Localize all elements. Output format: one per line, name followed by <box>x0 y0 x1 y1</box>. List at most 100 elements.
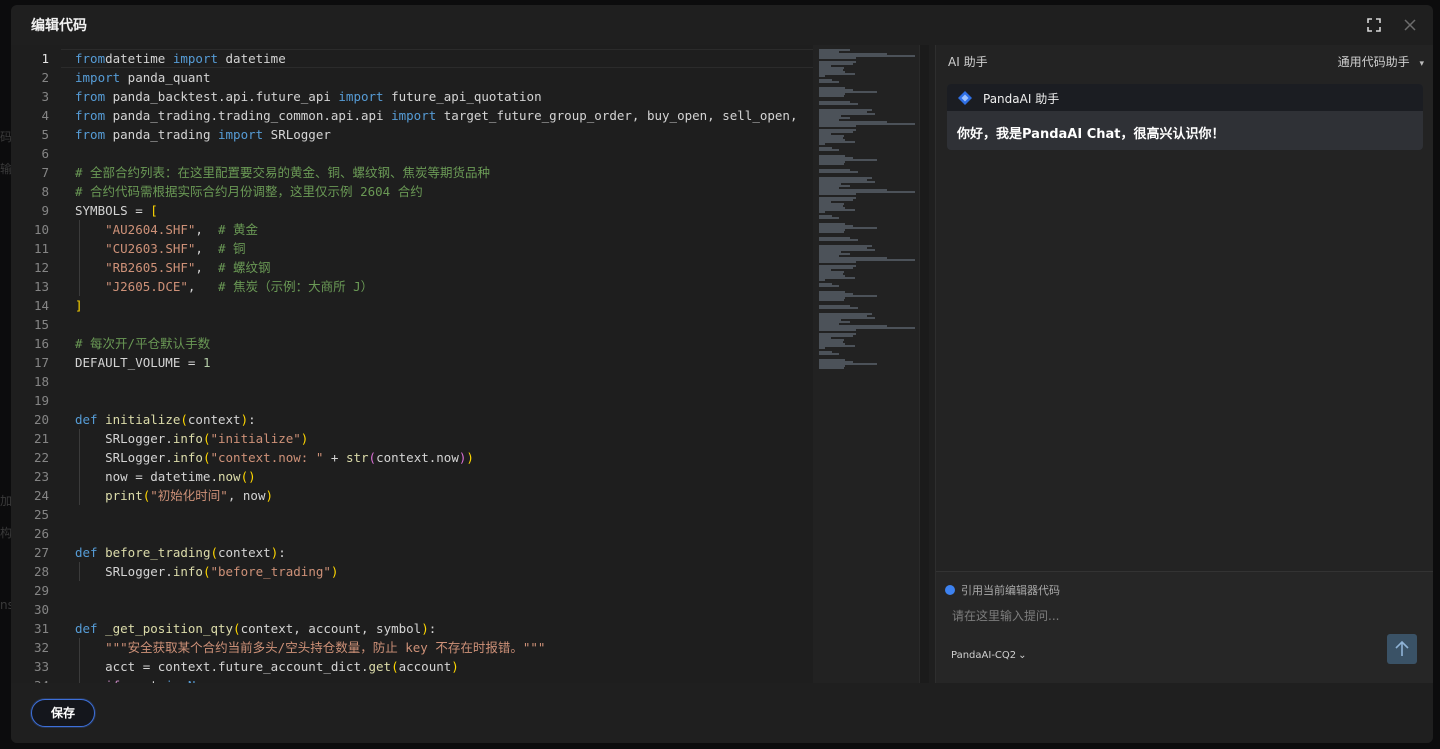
line-number: 1 <box>41 51 49 66</box>
indent-guide <box>79 258 80 277</box>
code-token: # 螺纹钢 <box>218 260 271 275</box>
code-line[interactable]: DEFAULT_VOLUME = 1 <box>75 353 210 372</box>
code-line[interactable]: # 每次开/平仓默认手数 <box>75 334 210 353</box>
line-number: 17 <box>33 355 49 370</box>
code-token: from <box>75 127 106 142</box>
code-token: "RB2605.SHF" <box>105 260 196 275</box>
code-line[interactable]: now = datetime.now() <box>75 467 256 486</box>
ai-assistant-panel: AI 助手 通用代码助手 ▾ PandaAI 助手 你好，我是PandaAI C… <box>935 45 1433 683</box>
modal-title: 编辑代码 <box>31 18 87 34</box>
code-line[interactable]: def before_trading(context): <box>75 543 286 562</box>
line-number: 33 <box>33 659 49 674</box>
code-line[interactable]: if acct is None: <box>75 676 225 683</box>
code-token: ) <box>240 412 249 427</box>
code-line[interactable]: "AU2604.SHF", # 黄金 <box>75 220 258 239</box>
code-token: context.now <box>376 450 459 465</box>
line-number: 8 <box>41 184 49 199</box>
indent-guide <box>79 467 80 486</box>
code-token: , <box>195 260 218 275</box>
code-token: get <box>368 659 392 674</box>
code-token: "initialize" <box>210 431 301 446</box>
code-token: "J2605.DCE" <box>105 279 188 294</box>
code-token: context <box>218 545 271 560</box>
minimap-line <box>819 95 845 97</box>
code-line[interactable]: # 全部合约列表：在这里配置要交易的黄金、铜、螺纹钢、焦炭等期货品种 <box>75 163 490 182</box>
minimap-line <box>819 347 825 349</box>
code-token: , <box>195 241 218 256</box>
code-token: () <box>240 469 256 484</box>
minimap-line <box>819 231 845 233</box>
code-token: import <box>218 127 264 142</box>
close-icon[interactable] <box>1402 17 1418 33</box>
code-line[interactable]: SYMBOLS = [ <box>75 201 158 220</box>
reference-editor-code-toggle[interactable]: 引用当前编辑器代码 <box>945 582 1060 598</box>
save-button[interactable]: 保存 <box>31 699 95 727</box>
code-line[interactable]: # 合约代码需根据实际合约月份调整，这里仅示例 2604 合约 <box>75 182 423 201</box>
code-token: import <box>75 70 121 85</box>
code-line[interactable]: acct = context.future_account_dict.get(a… <box>75 657 459 676</box>
minimap[interactable] <box>813 45 919 683</box>
ai-card-name: PandaAI 助手 <box>983 92 1060 106</box>
line-number: 9 <box>41 203 49 218</box>
code-line[interactable]: from panda_trading import SRLogger <box>75 125 331 144</box>
code-line[interactable]: """安全获取某个合约当前多头/空头持仓数量，防止 key 不存在时报错。""" <box>75 638 545 657</box>
ai-input-area: 引用当前编辑器代码 PandaAI-CQ2⌄ <box>936 571 1433 683</box>
code-editor[interactable]: 1 2 3 4 5 6 7 8 9 10 11 12 13 14 15 16 17 18 19 20 21 22 23 24 2… <box>11 45 929 683</box>
send-button[interactable] <box>1387 634 1417 664</box>
ai-panel-title: AI 助手 <box>948 55 988 69</box>
line-number: 27 <box>33 545 49 560</box>
reference-label: 引用当前编辑器代码 <box>961 584 1060 597</box>
code-token: before_trading <box>105 545 211 560</box>
code-line[interactable]: print("初始化时间", now) <box>75 486 273 505</box>
code-token: context, account, symbol <box>240 621 422 636</box>
code-line[interactable]: ] <box>75 296 83 315</box>
ai-question-input[interactable] <box>950 605 1374 633</box>
code-line[interactable]: SRLogger.info("before_trading") <box>75 562 338 581</box>
fullscreen-icon[interactable] <box>1366 17 1382 33</box>
code-line[interactable]: from panda_backtest.api.future_api impor… <box>75 87 542 106</box>
code-token: "context.now: " <box>210 450 324 465</box>
code-token: info <box>172 564 203 579</box>
code-token: "CU2603.SHF" <box>105 241 196 256</box>
indent-guide <box>79 277 80 296</box>
minimap-line <box>819 163 845 165</box>
line-number: 23 <box>33 469 49 484</box>
line-number: 10 <box>33 222 49 237</box>
assistant-mode-label: 通用代码助手 <box>1337 55 1410 69</box>
line-number: 2 <box>41 70 49 85</box>
code-token: # 全部合约列表：在这里配置要交易的黄金、铜、螺纹钢、焦炭等期货品种 <box>75 165 491 180</box>
indent-guide <box>79 657 80 676</box>
line-number: 3 <box>41 89 49 104</box>
vertical-scrollbar[interactable] <box>919 45 929 683</box>
assistant-mode-select[interactable]: 通用代码助手 ▾ <box>1338 53 1424 70</box>
code-line[interactable]: def initialize(context): <box>75 410 256 429</box>
code-token: import <box>391 108 437 123</box>
minimap-line <box>819 149 839 151</box>
line-number: 34 <box>11 676 49 683</box>
line-number: 24 <box>33 488 49 503</box>
code-line[interactable]: "J2605.DCE", # 焦炭（示例：大商所 J） <box>75 277 373 296</box>
indent-guide <box>79 562 80 581</box>
code-line[interactable]: "CU2603.SHF", # 铜 <box>75 239 245 258</box>
ai-greeting-message: 你好，我是PandaAI Chat，很高兴认识你！ <box>957 127 1225 142</box>
code-line[interactable]: from panda_trading.trading_common.api.ap… <box>75 106 797 125</box>
code-line[interactable]: def _get_position_qty(context, account, … <box>75 619 436 638</box>
code-token: [ <box>150 203 158 218</box>
code-line[interactable]: SRLogger.info("initialize") <box>75 429 308 448</box>
minimap-line <box>819 57 857 59</box>
code-line[interactable]: fromdatetime import datetime <box>75 49 286 68</box>
line-number: 12 <box>33 260 49 275</box>
line-number: 13 <box>33 279 49 294</box>
code-token: panda_backtest.api.future_api <box>105 89 339 104</box>
line-number: 19 <box>33 393 49 408</box>
indent-guide <box>79 429 80 448</box>
line-number: 25 <box>33 507 49 522</box>
code-line[interactable]: SRLogger.info("context.now: " + str(cont… <box>75 448 474 467</box>
model-select[interactable]: PandaAI-CQ2 ⌄ <box>951 650 1027 661</box>
code-token: ) <box>421 621 429 636</box>
minimap-line <box>819 103 858 105</box>
minimap-line <box>819 81 839 83</box>
code-line[interactable]: import panda_quant <box>75 68 210 87</box>
code-line[interactable]: "RB2605.SHF", # 螺纹钢 <box>75 258 271 277</box>
minimap-line <box>819 217 839 219</box>
